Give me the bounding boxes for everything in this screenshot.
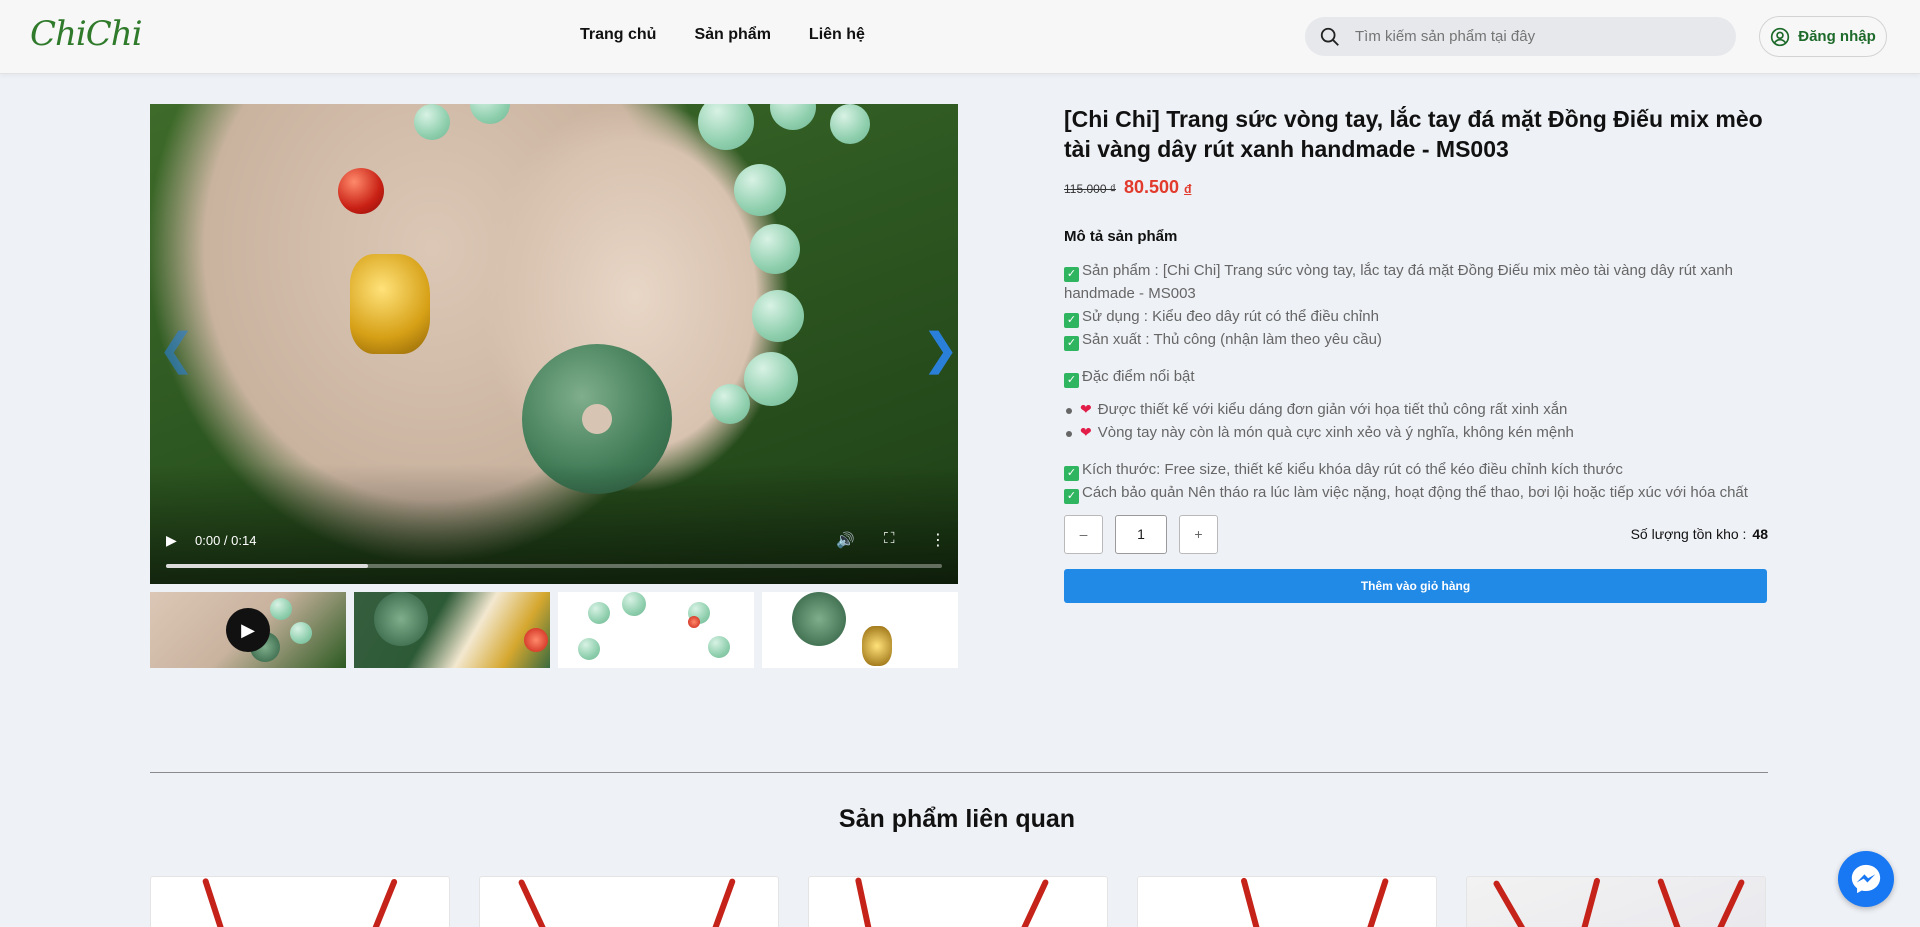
video-progress-fill <box>166 564 368 568</box>
stock-label: Số lượng tồn kho : <box>1630 526 1747 542</box>
quantity-input[interactable]: 1 <box>1115 514 1167 554</box>
play-icon[interactable]: ▶ <box>166 532 177 549</box>
product-info: [Chi Chi] Trang sức vòng tay, lắc tay đá… <box>1064 104 1768 603</box>
main-nav: Trang chủ Sản phẩm Liên hệ <box>580 26 865 44</box>
thumbnail-3[interactable] <box>558 592 754 668</box>
old-price: 115.000 ₫ <box>1064 182 1116 196</box>
check-icon: ✓ <box>1064 336 1079 351</box>
prev-slide-arrow-icon[interactable]: ❮ <box>158 324 195 375</box>
related-product-card[interactable] <box>1137 876 1437 927</box>
stock-value: 48 <box>1752 526 1768 542</box>
video-progress-bar[interactable] <box>166 564 942 568</box>
desc-line: ✓ Sử dụng : Kiểu đeo dây rút có thể điều … <box>1064 305 1768 328</box>
search-bar <box>1305 17 1736 56</box>
related-product-card[interactable] <box>1466 876 1766 927</box>
nav-products[interactable]: Sản phẩm <box>694 26 770 44</box>
messenger-chat-button[interactable] <box>1838 851 1894 907</box>
new-price-value: 80.500 <box>1123 177 1180 197</box>
description: ✓ Sản phẩm : [Chi Chi] Trang sức vòng tay… <box>1064 259 1768 504</box>
nav-home[interactable]: Trang chủ <box>580 26 656 44</box>
next-slide-arrow-icon[interactable]: ❯ <box>922 324 958 375</box>
thumbnail-4[interactable] <box>762 592 958 668</box>
video-time: 0:00 / 0:14 <box>195 533 257 548</box>
highlight-heading: ✓ Đặc điểm nổi bật <box>1064 365 1768 388</box>
stock-info: Số lượng tồn kho : 48 <box>1631 526 1768 542</box>
messenger-icon <box>1851 864 1881 894</box>
login-button[interactable]: Đăng nhập <box>1759 16 1887 57</box>
fullscreen-icon[interactable]: ⛶ <box>884 530 895 547</box>
check-icon: ✓ <box>1064 313 1079 328</box>
product-video[interactable]: ❮ ❯ ▶ 0:00 / 0:14 🔊 ⛶ ⋮ <box>150 104 958 584</box>
thumbnail-2[interactable] <box>354 592 550 668</box>
header: ChiChi Trang chủ Sản phẩm Liên hệ Đăng n… <box>0 0 1920 74</box>
increase-quantity-button[interactable]: + <box>1179 514 1218 554</box>
related-product-card[interactable] <box>150 876 450 927</box>
check-icon: ✓ <box>1064 373 1079 388</box>
list-item: ❤ Vòng tay này còn là món quà cực xinh xẻ… <box>1066 421 1768 444</box>
related-product-card[interactable] <box>479 876 779 927</box>
user-circle-icon <box>1771 27 1790 46</box>
size-line: ✓ Kích thước: Free size, thiết kế kiểu kh… <box>1064 458 1768 481</box>
check-icon: ✓ <box>1064 466 1079 481</box>
search-icon[interactable] <box>1319 26 1341 48</box>
nav-contact[interactable]: Liên hệ <box>809 26 865 44</box>
heart-icon: ❤ <box>1080 424 1092 440</box>
more-options-icon[interactable]: ⋮ <box>930 530 946 550</box>
currency-symbol: đ <box>1184 182 1192 196</box>
video-controls: ▶ 0:00 / 0:14 🔊 ⛶ ⋮ <box>150 524 958 584</box>
decrease-quantity-button[interactable]: – <box>1064 514 1103 554</box>
related-products-heading: Sản phẩm liên quan <box>838 805 1076 833</box>
login-label: Đăng nhập <box>1798 28 1876 45</box>
description-heading: Mô tả sản phẩm <box>1064 228 1178 245</box>
logo[interactable]: ChiChi <box>30 14 143 54</box>
section-divider <box>150 772 1768 773</box>
product-title: [Chi Chi] Trang sức vòng tay, lắc tay đá… <box>1064 106 1763 162</box>
check-icon: ✓ <box>1064 267 1079 282</box>
desc-line: ✓ Sản xuất : Thủ công (nhận làm theo yêu … <box>1064 328 1768 351</box>
check-icon: ✓ <box>1064 489 1079 504</box>
add-to-cart-button[interactable]: Thêm vào giỏ hàng <box>1064 569 1767 603</box>
play-circle-icon[interactable]: ▶ <box>226 608 270 652</box>
heart-icon: ❤ <box>1080 401 1092 417</box>
quantity-row: – 1 + Số lượng tồn kho : 48 <box>1064 514 1768 554</box>
search-input[interactable] <box>1355 28 1715 45</box>
price-row: 115.000 ₫ 80.500 đ <box>1064 177 1768 198</box>
highlight-list: ❤ Được thiết kế với kiểu dáng đơn giản vớ… <box>1064 398 1768 444</box>
thumbnail-video[interactable]: ▶ <box>150 592 346 668</box>
logo-text: ChiChi <box>30 14 143 54</box>
volume-icon[interactable]: 🔊 <box>836 531 855 549</box>
desc-line: ✓ Sản phẩm : [Chi Chi] Trang sức vòng tay… <box>1064 262 1733 302</box>
care-line: ✓ Cách bảo quản Nên tháo ra lúc làm việc … <box>1064 481 1768 504</box>
list-item: ❤ Được thiết kế với kiểu dáng đơn giản vớ… <box>1066 398 1768 421</box>
related-product-card[interactable] <box>808 876 1108 927</box>
related-products-list <box>150 876 1766 927</box>
thumbnail-strip: ▶ <box>150 592 958 668</box>
new-price: 80.500 đ <box>1124 177 1191 198</box>
